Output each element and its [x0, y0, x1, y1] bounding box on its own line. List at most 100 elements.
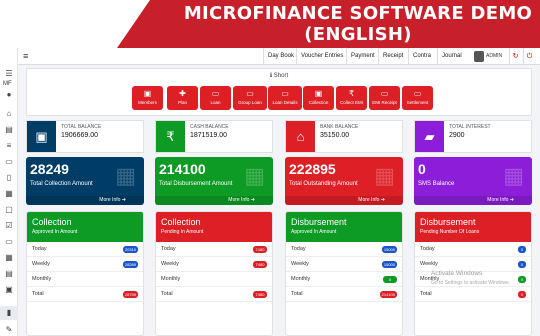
row-label: Today — [291, 246, 306, 252]
left-sidebar: ☰ MF ● ⌂ ▤ ≡ ▭ ▯ ▦ ▢ ☑ ▭ ▦ ▤ ▣ ▮ ✎ — [0, 48, 18, 336]
refresh-icon[interactable]: ↻ — [509, 48, 521, 65]
nav-journal[interactable]: Journal — [437, 48, 466, 65]
stat-label: TOTAL INTEREST — [449, 124, 491, 130]
stat-label: TOTAL BALANCE — [61, 124, 102, 130]
members-icon: ▣ — [143, 89, 152, 98]
loan-icon: ▭ — [211, 89, 220, 98]
members-button[interactable]: ▣ Members — [132, 86, 163, 110]
monitor-icon[interactable]: ▭ — [4, 238, 14, 246]
stat-value: 1906669.00 — [61, 132, 98, 139]
nav-contra[interactable]: Contra — [408, 48, 435, 65]
plan-label: Plan — [177, 100, 187, 105]
row-label: Weekly — [420, 261, 438, 267]
file-icon[interactable]: ▢ — [4, 206, 14, 214]
collection-approved-panel: Collection Approved In Amount Today 20310… — [26, 211, 144, 336]
more-info-link[interactable]: More Info ➜ — [26, 196, 144, 205]
emi-receipt-label: EMI Receipt — [372, 100, 397, 105]
loan-button[interactable]: ▭ Loan — [200, 86, 231, 110]
list-icon[interactable]: ≡ — [4, 142, 14, 150]
group-loan-button[interactable]: ▭ Group Loan — [233, 86, 267, 110]
table-row: Monthly — [156, 272, 272, 287]
stat-label: BANK BALANCE — [320, 124, 359, 130]
emi-receipt-button[interactable]: ▭ EMI Receipt — [369, 86, 400, 110]
count-badge: 15000 — [381, 261, 397, 268]
rupee-icon: ₹ — [348, 89, 355, 98]
panel-header: Disbursement Pending Number Of Loans — [415, 212, 531, 242]
users-icon[interactable]: ▤ — [4, 126, 14, 134]
more-info-link[interactable]: More Info ➜ — [155, 196, 273, 205]
loan-details-label: Loan Details — [272, 100, 298, 105]
activate-windows-watermark: Activate Windows — [431, 270, 483, 277]
table-row: Weekly 7480 — [156, 257, 272, 272]
count-badge: 0 — [383, 276, 397, 283]
cash-balance-card: ₹ CASH BALANCE 1871519.00 — [155, 120, 273, 153]
document-icon[interactable]: ▯ — [4, 174, 14, 182]
nav-day-book[interactable]: Day Book — [263, 48, 298, 65]
summary-label: Total Collection Amount — [30, 181, 93, 187]
more-info-link[interactable]: More Info ➜ — [414, 196, 532, 205]
table-row: Weekly 15000 — [286, 257, 402, 272]
summary-label: Total Outstanding Amount — [289, 181, 358, 187]
row-label: Monthly — [161, 276, 181, 282]
table-row: Total 28759 — [27, 287, 143, 302]
more-info-text: More Info — [358, 197, 380, 203]
count-badge: 7480 — [253, 246, 267, 253]
plan-button[interactable]: ✚ Plan — [167, 86, 198, 110]
bank-icon: ⌂ — [286, 121, 315, 152]
count-badge: 20310 — [122, 246, 138, 253]
loan-label: Loan — [210, 100, 221, 105]
bank-balance-card: ⌂ BANK BALANCE 35150.00 — [285, 120, 403, 153]
loan-details-icon: ▭ — [281, 89, 289, 98]
collection-button[interactable]: ▣ Collection — [303, 86, 334, 110]
phone-icon[interactable]: ▮ — [4, 309, 14, 317]
collection-label: Collection — [308, 100, 329, 105]
collect-emi-button[interactable]: ₹ Collect EMI — [336, 86, 367, 110]
loan-details-button[interactable]: ▭ Loan Details — [268, 86, 302, 110]
menu-icon[interactable]: ☰ — [4, 70, 14, 78]
group-loan-icon: ▭ — [246, 89, 254, 98]
row-label: Today — [420, 246, 435, 252]
members-label: Members — [138, 100, 157, 105]
total-outstanding-card: ▦ 222895 Total Outstanding Amount More I… — [285, 157, 403, 205]
panel-title: Collection — [161, 217, 201, 227]
more-info-link[interactable]: More Info ➜ — [285, 196, 403, 205]
summary-value: 0 — [418, 161, 426, 177]
panel-subtitle: Approved In Amount — [291, 229, 337, 235]
edit-icon[interactable]: ✎ — [4, 326, 14, 334]
panel-subtitle: Approved In Amount — [32, 229, 78, 235]
power-icon[interactable]: ⏻ — [523, 48, 535, 65]
banner-title: MICROFINANCE SOFTWARE DEMO (ENGLISH) — [178, 3, 538, 45]
settlement-button[interactable]: ▭ Settlement — [402, 86, 433, 110]
nav-receipt[interactable]: Receipt — [378, 48, 407, 65]
bag-icon: ▦ — [115, 163, 136, 188]
row-label: Monthly — [291, 276, 311, 282]
home-icon[interactable]: ⌂ — [4, 110, 14, 118]
plus-icon: ✚ — [179, 89, 186, 98]
grid-icon[interactable]: ▦ — [4, 190, 14, 198]
report-icon[interactable]: ▤ — [4, 270, 14, 278]
user-label[interactable]: ADMIN — [486, 48, 502, 65]
avatar[interactable]: ● — [4, 91, 14, 99]
panel-subtitle: Pending In Amount — [161, 229, 204, 235]
card-icon[interactable]: ▭ — [4, 158, 14, 166]
emi-receipt-icon: ▭ — [380, 89, 389, 98]
nav-voucher-entries[interactable]: Voucher Entries — [296, 48, 347, 65]
wallet-icon[interactable]: ▣ — [4, 286, 14, 294]
more-info-text: More Info — [228, 197, 250, 203]
settlement-label: Settlement — [406, 100, 429, 105]
bag-icon: ▦ — [244, 163, 265, 188]
calendar-icon[interactable]: ▦ — [4, 254, 14, 262]
user-avatar[interactable] — [474, 51, 484, 62]
table-row: Monthly — [27, 272, 143, 287]
check-icon[interactable]: ☑ — [4, 222, 14, 230]
collect-emi-label: Collect EMI — [339, 100, 363, 105]
short-panel: ℹ Short ▣ Members ✚ Plan ▭ Loan ▭ Group Loan… — [26, 68, 532, 116]
row-label: Weekly — [32, 261, 50, 267]
stat-label: CASH BALANCE — [190, 124, 229, 130]
group-loan-label: Group Loan — [238, 100, 262, 105]
nav-payment[interactable]: Payment — [346, 48, 379, 65]
row-label: Weekly — [161, 261, 179, 267]
total-balance-card: ▣ TOTAL BALANCE 1906669.00 — [26, 120, 144, 153]
hamburger-icon[interactable]: ≡ — [23, 51, 28, 61]
rupee-icon: ₹ — [156, 121, 185, 152]
